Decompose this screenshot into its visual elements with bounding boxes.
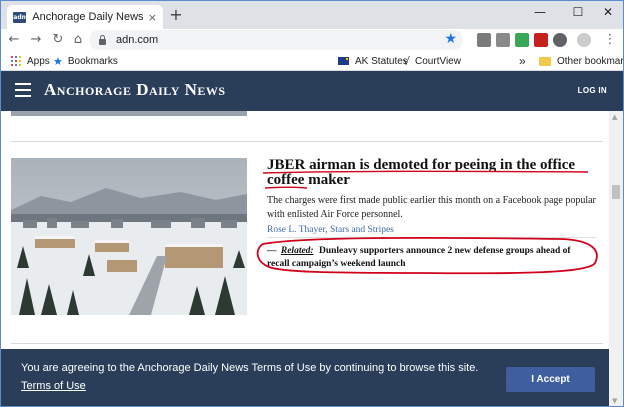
- scrollbar-thumb[interactable]: [612, 185, 620, 199]
- terms-of-use-link[interactable]: Terms of Use: [21, 380, 86, 392]
- tab-strip: adn Anchorage Daily News: Alaska N × + —…: [1, 1, 623, 29]
- bookmark-ak-statutes-label: AK Statutes: [355, 55, 408, 67]
- close-window-button[interactable]: ✕: [591, 1, 623, 23]
- scroll-up-arrow-icon[interactable]: ▲: [612, 113, 617, 121]
- page-scrollbar[interactable]: ▲ ▼: [609, 111, 623, 406]
- divider: [11, 343, 603, 344]
- bookmark-bookmarks[interactable]: ★ Bookmarks: [53, 54, 118, 68]
- consent-text: You are agreeing to the Anchorage Daily …: [21, 362, 479, 374]
- site-logo[interactable]: Anchorage Daily News: [44, 80, 226, 100]
- related-article: — Related: Dunleavy supporters announce …: [267, 245, 595, 270]
- more-bookmarks-chevron-icon[interactable]: »: [519, 54, 526, 68]
- browser-window: adn Anchorage Daily News: Alaska N × + —…: [0, 0, 624, 407]
- extension-icon-2[interactable]: [496, 33, 510, 47]
- home-button[interactable]: ⌂: [69, 31, 87, 49]
- hamburger-menu-icon[interactable]: [15, 83, 31, 97]
- bookmark-courtview-label: CourtView: [415, 55, 461, 67]
- bookmark-courtview[interactable]: √ CourtView: [403, 54, 461, 68]
- bookmark-other-label: Other bookmarks: [557, 55, 624, 67]
- browser-toolbar: ← → ↻ ⌂ adn.com ★ ⋮: [1, 29, 623, 51]
- article-byline[interactable]: Rose L. Thayer, Stars and Stripes: [267, 225, 394, 235]
- extension-icon-1[interactable]: [477, 33, 491, 47]
- extension-icon-5[interactable]: [553, 33, 567, 47]
- tab-close-icon[interactable]: ×: [148, 11, 157, 24]
- tab-title: Anchorage Daily News: Alaska N: [32, 11, 144, 23]
- bookmark-apps[interactable]: Apps: [11, 54, 50, 68]
- accept-button[interactable]: I Accept: [506, 367, 595, 392]
- new-tab-button[interactable]: +: [167, 6, 185, 24]
- bookmark-bookmarks-label: Bookmarks: [67, 55, 118, 67]
- browser-menu-icon[interactable]: ⋮: [601, 31, 619, 49]
- previous-article-image[interactable]: [11, 111, 247, 116]
- terms-consent-banner: You are agreeing to the Anchorage Daily …: [1, 349, 609, 406]
- pdf-extension-icon[interactable]: [534, 33, 548, 47]
- bookmarks-bar: Apps ★ Bookmarks AK Statutes √ CourtView…: [1, 51, 623, 71]
- profile-avatar-icon[interactable]: [577, 33, 591, 47]
- article-summary: The charges were first made public earli…: [267, 195, 596, 220]
- address-bar[interactable]: adn.com ★: [89, 30, 463, 50]
- maximize-button[interactable]: ☐: [561, 1, 595, 23]
- extension-icon-3[interactable]: [515, 33, 529, 47]
- apps-grid-icon: [11, 56, 21, 66]
- forward-button[interactable]: →: [27, 31, 45, 49]
- url-text: adn.com: [116, 34, 159, 46]
- scroll-down-arrow-icon[interactable]: ▼: [612, 397, 617, 405]
- related-dash: —: [267, 246, 277, 256]
- bookmark-other[interactable]: Other bookmarks: [539, 54, 624, 68]
- minimize-button[interactable]: —: [523, 1, 557, 23]
- checkmark-icon: √: [403, 54, 411, 68]
- browser-tab[interactable]: adn Anchorage Daily News: Alaska N ×: [7, 5, 163, 29]
- folder-icon: [539, 56, 551, 66]
- article-photo[interactable]: [11, 158, 247, 315]
- lock-icon: [99, 34, 106, 45]
- divider: [267, 237, 597, 238]
- alaska-flag-icon: [338, 57, 349, 65]
- login-link[interactable]: LOG IN: [578, 86, 607, 95]
- back-button[interactable]: ←: [5, 31, 23, 49]
- related-label: Related:: [280, 246, 314, 256]
- bookmark-star-icon[interactable]: ★: [444, 31, 457, 47]
- divider: [11, 141, 603, 142]
- site-header: Anchorage Daily News LOG IN: [1, 71, 623, 111]
- site-favicon-icon: adn: [13, 11, 27, 23]
- article-headline[interactable]: JBER airman is demoted for peeing in the…: [267, 158, 597, 188]
- star-icon: ★: [53, 54, 63, 68]
- bookmark-apps-label: Apps: [27, 55, 50, 67]
- reload-button[interactable]: ↻: [49, 31, 67, 49]
- bookmark-ak-statutes[interactable]: AK Statutes: [338, 54, 408, 68]
